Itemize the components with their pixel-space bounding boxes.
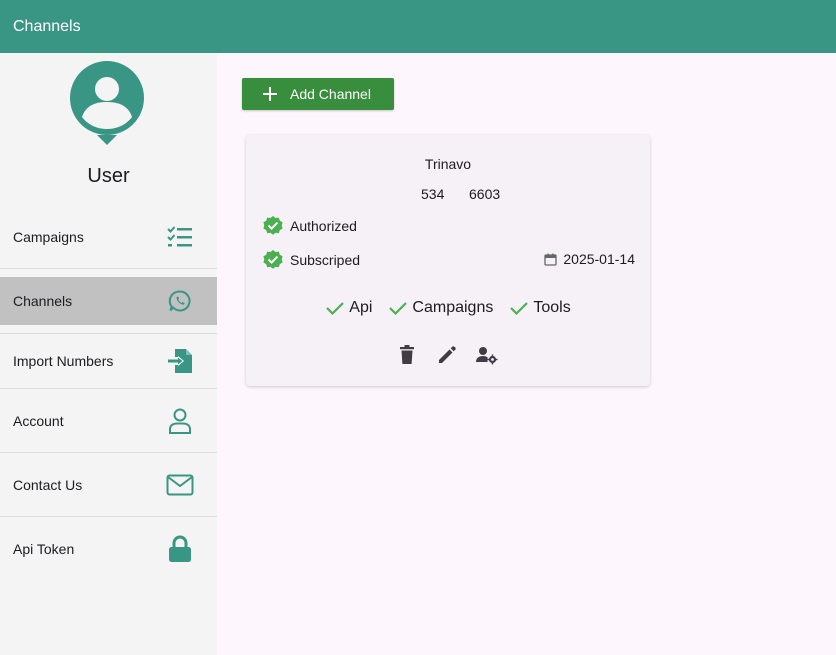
channel-number-part1: 534 [421, 186, 445, 202]
sidebar-item-account[interactable]: Account [0, 389, 217, 453]
sidebar-item-label: Campaigns [13, 228, 84, 245]
edit-icon[interactable] [436, 344, 458, 366]
calendar-icon [544, 253, 558, 266]
permission-item: Tools [509, 299, 571, 317]
permission-item: Api [325, 299, 372, 317]
add-channel-button[interactable]: Add Channel [242, 78, 394, 110]
whatsapp-icon [165, 286, 195, 316]
channel-actions [396, 344, 498, 366]
channel-card: Trinavo 534 6603 Authorized Subscriped 2… [246, 135, 650, 386]
sidebar-item-channels[interactable]: Channels [0, 277, 217, 325]
sidebar-item-contact-us[interactable]: Contact Us [0, 453, 217, 517]
sidebar-item-label: Account [13, 412, 64, 429]
channel-date-value: 2025-01-14 [563, 251, 635, 267]
sidebar-item-campaigns[interactable]: Campaigns [0, 205, 217, 269]
add-channel-label: Add Channel [290, 86, 371, 102]
sidebar-item-api-token[interactable]: Api Token [0, 517, 217, 581]
check-icon [388, 300, 408, 316]
sidebar-item-label: Import Numbers [13, 353, 114, 369]
sidebar-item-label: Contact Us [13, 476, 83, 493]
app-bar: Channels [0, 0, 836, 53]
lock-icon [165, 534, 195, 564]
authorized-label: Authorized [290, 218, 357, 234]
verified-badge-icon [262, 249, 284, 271]
checklist-icon [165, 222, 195, 252]
permission-label: Tools [533, 299, 571, 316]
sidebar-item-label: Api Token [13, 541, 75, 557]
sidebar-nav: Campaigns Channels Import Numbers Accoun… [0, 205, 217, 581]
delete-icon[interactable] [396, 344, 418, 366]
username: User [87, 165, 130, 187]
subscribed-status: Subscriped [262, 249, 360, 271]
permission-item: Campaigns [388, 299, 493, 317]
authorized-status: Authorized [262, 215, 357, 237]
channel-permissions: Api Campaigns Tools [246, 299, 650, 317]
app-bar-title: Channels [13, 17, 81, 35]
plus-icon [262, 86, 278, 102]
channel-number-part2: 6603 [469, 186, 501, 202]
sidebar-item-import-numbers[interactable]: Import Numbers [0, 333, 217, 389]
subscribed-label: Subscriped [290, 252, 361, 268]
channel-date: 2025-01-14 [544, 251, 635, 267]
permission-label: Campaigns [412, 299, 494, 316]
channel-name: Trinavo [424, 156, 472, 172]
sidebar-item-label: Channels [13, 293, 73, 309]
check-icon [509, 300, 529, 316]
file-import-icon [165, 346, 195, 376]
user-avatar-icon [70, 61, 144, 145]
manage-user-icon[interactable] [476, 344, 498, 366]
verified-badge-icon [262, 215, 284, 237]
sidebar: User Campaigns Channels Import Numbers A… [0, 53, 217, 655]
person-icon [165, 406, 195, 436]
permission-label: Api [349, 299, 373, 316]
check-icon [325, 300, 345, 316]
envelope-icon [165, 470, 195, 500]
